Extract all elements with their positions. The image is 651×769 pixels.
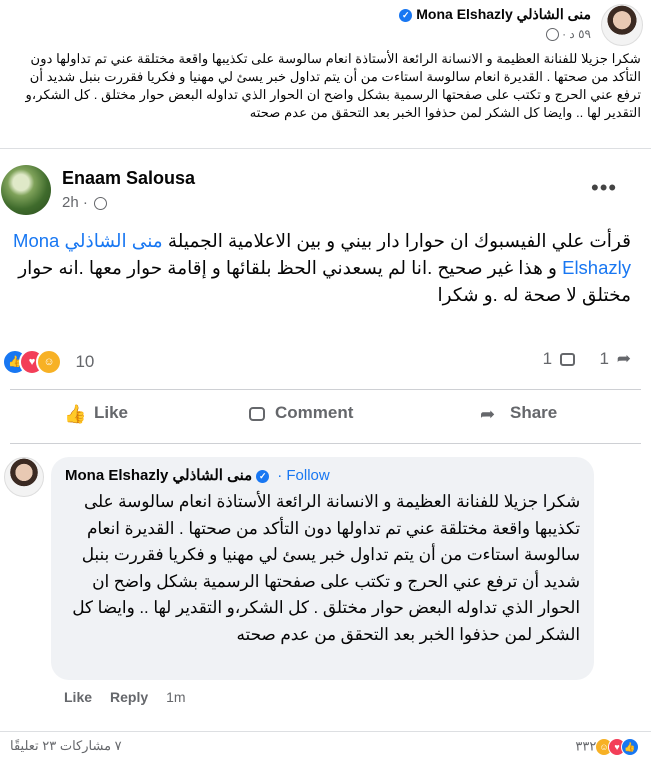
author-name[interactable]: Mona Elshazly منى الشاذلي	[416, 6, 591, 22]
post-timestamp[interactable]: ٥٩ د ·	[540, 27, 591, 42]
engagement-counts: 1 1 ➦	[543, 349, 631, 369]
share-label: Share	[510, 403, 558, 422]
share-icon: ➦	[480, 403, 496, 424]
care-reaction-icon: ☺	[36, 349, 62, 375]
enaam-text-rest: و هذا غير صحيح .انا لم يسعدني الحظ بلقائ…	[18, 257, 631, 305]
share-count: 1	[599, 349, 610, 368]
footer-comments[interactable]: ٢٣ تعليقًا	[10, 738, 56, 753]
enaam-post-text: قرأت علي الفيسبوك ان حوارا دار بيني و بي…	[10, 227, 631, 308]
follow-link: · Follow	[277, 467, 330, 484]
like-reaction-icon: 👍	[621, 738, 639, 756]
comment-icon	[249, 406, 265, 421]
share-count-icon: ➦	[616, 349, 631, 368]
embedded-screenshot[interactable]: Enaam Salousa 2h · ••• قرأت علي الفيسبوك…	[0, 148, 651, 732]
like-button: 👍 Like	[64, 403, 128, 423]
enaam-name: Enaam Salousa	[62, 168, 196, 188]
globe-icon	[545, 28, 559, 42]
comment-count-icon	[559, 353, 575, 367]
more-icon: •••	[591, 175, 618, 200]
reaction-summary: 👍 ♥ ☺ 10	[2, 349, 95, 375]
globe-icon	[93, 196, 107, 210]
verified-icon: ✓	[256, 469, 270, 483]
reply-text: شكرا جزيلا للفنانة العظيمة و الانسانة ال…	[72, 492, 580, 644]
reaction-count: 10	[75, 352, 95, 371]
reply-header: Mona Elshazly منى الشاذلي ✓ · Follow	[65, 466, 330, 484]
post-time[interactable]: ٥٩ د ·	[562, 27, 591, 41]
reply-time: 1m	[166, 689, 186, 705]
reply-reply: Reply	[110, 689, 149, 705]
verified-icon: ✓	[399, 8, 413, 22]
footer-reaction-count[interactable]: ٣٣٢	[575, 738, 596, 753]
footer-counts: ٧ مشاركات ٢٣ تعليقًا	[0, 738, 122, 754]
footer-reactions[interactable]: ٣٣٢ ☺ ♥ 👍	[575, 738, 639, 756]
reply-like: Like	[64, 689, 93, 705]
share-button: ➦ Share	[480, 403, 557, 423]
divider	[10, 443, 641, 444]
enaam-avatar	[1, 165, 51, 215]
author-name-row[interactable]: ✓ Mona Elshazly منى الشاذلي	[395, 6, 591, 23]
post-body: شكرا جزيلا للفنانة العظيمة و الانسانة ال…	[25, 51, 641, 120]
reply-avatar	[4, 457, 44, 497]
comment-count: 1	[542, 349, 553, 368]
action-bar: 👍 Like Comment ➦ Share	[0, 397, 651, 441]
author-avatar[interactable]	[601, 4, 643, 46]
reply-author: Mona Elshazly منى الشاذلي	[65, 467, 253, 484]
comment-label: Comment	[275, 403, 354, 422]
like-label: Like	[94, 403, 129, 422]
like-icon: 👍	[64, 403, 87, 424]
footer-shares[interactable]: ٧ مشاركات	[60, 738, 122, 753]
reply-actions: Like Reply 1m	[64, 689, 204, 705]
reply-bubble: Mona Elshazly منى الشاذلي ✓ · Follow شكرا …	[51, 457, 594, 680]
enaam-time-row: 2h ·	[62, 194, 107, 211]
enaam-text-intro: قرأت علي الفيسبوك ان حوارا دار بيني و بي…	[162, 230, 631, 251]
enaam-time: 2h ·	[62, 194, 88, 211]
comment-button: Comment	[249, 403, 353, 423]
divider	[10, 389, 641, 390]
